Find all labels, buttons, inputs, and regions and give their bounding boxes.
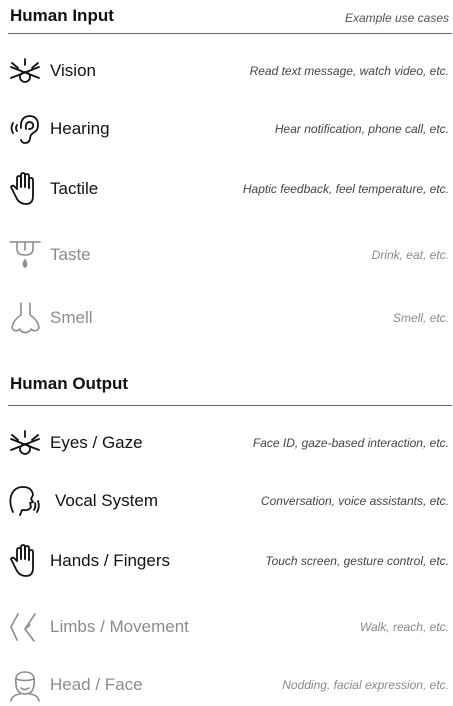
input-row-vision: Vision Read text message, watch video, e… (0, 52, 453, 92)
nose-icon (8, 301, 42, 335)
output-example-vocal: Conversation, voice assistants, etc. (260, 494, 449, 508)
eye-icon (8, 54, 42, 88)
input-row-taste: Taste Drink, eat, etc. (0, 236, 453, 276)
tongue-icon (8, 238, 42, 272)
input-example-vision: Read text message, watch video, etc. (249, 64, 449, 78)
input-section-title: Human Input (10, 6, 114, 25)
limbs-icon (8, 610, 42, 644)
input-label-taste: Taste (50, 245, 91, 264)
output-row-vocal: Vocal System Conversation, voice assista… (0, 482, 453, 522)
output-label-hands: Hands / Fingers (50, 551, 170, 570)
input-example-smell: Smell, etc. (392, 311, 449, 325)
output-section-divider (8, 405, 452, 406)
input-label-vision: Vision (50, 61, 96, 80)
output-label-vocal: Vocal System (55, 491, 158, 510)
input-label-tactile: Tactile (50, 179, 99, 198)
output-row-head: Head / Face Nodding, facial expression, … (0, 666, 453, 706)
output-label-head: Head / Face (50, 675, 143, 694)
output-example-head: Nodding, facial expression, etc. (282, 678, 449, 692)
input-section-divider (8, 33, 452, 34)
eye-icon (8, 426, 42, 460)
ear-icon (8, 112, 42, 146)
output-row-limbs: Limbs / Movement Walk, reach, etc. (0, 608, 453, 648)
output-label-eyes: Eyes / Gaze (50, 433, 143, 452)
output-example-hands: Touch screen, gesture control, etc. (265, 554, 449, 568)
output-example-eyes: Face ID, gaze-based interaction, etc. (252, 436, 449, 450)
input-example-hearing: Hear notification, phone call, etc. (274, 122, 449, 136)
output-label-limbs: Limbs / Movement (50, 617, 189, 636)
output-section-title: Human Output (10, 374, 129, 393)
speaking-head-icon (8, 484, 42, 518)
input-label-smell: Smell (50, 308, 93, 327)
output-row-eyes: Eyes / Gaze Face ID, gaze-based interact… (0, 424, 453, 464)
input-row-tactile: Tactile Haptic feedback, feel temperatur… (0, 170, 453, 210)
input-section-subtitle: Example use cases (344, 11, 449, 25)
input-row-hearing: Hearing Hear notification, phone call, e… (0, 110, 453, 150)
output-example-limbs: Walk, reach, etc. (359, 620, 449, 634)
input-row-smell: Smell Smell, etc. (0, 299, 453, 339)
output-row-hands: Hands / Fingers Touch screen, gesture co… (0, 542, 453, 582)
input-example-taste: Drink, eat, etc. (371, 248, 449, 262)
face-icon (8, 668, 42, 702)
hand-icon (8, 544, 42, 578)
input-label-hearing: Hearing (50, 119, 110, 138)
input-example-tactile: Haptic feedback, feel temperature, etc. (242, 182, 449, 196)
hand-icon (8, 172, 42, 206)
